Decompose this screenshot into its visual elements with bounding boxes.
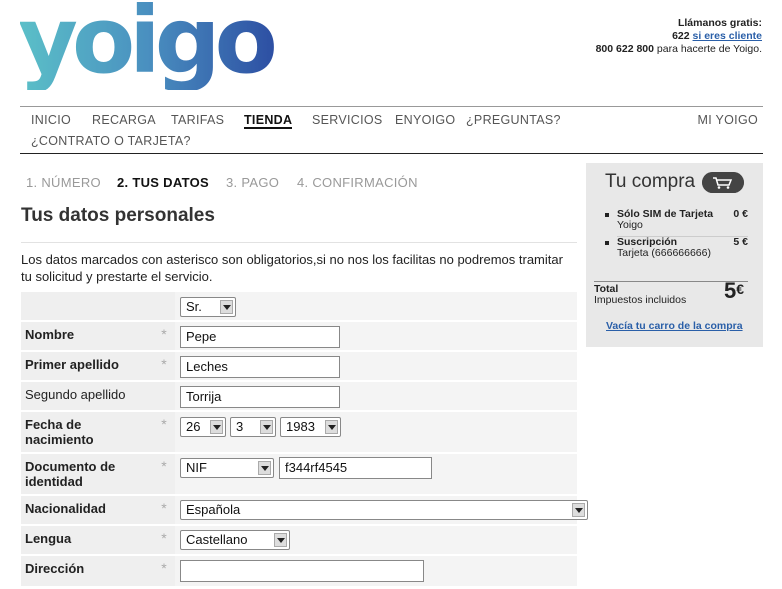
- call-free-label: Llámanos gratis:: [677, 17, 762, 29]
- fecha-label: Fecha de nacimiento: [21, 412, 153, 452]
- lengua-select[interactable]: Castellano: [180, 530, 290, 550]
- required-star: *: [153, 412, 175, 452]
- chevron-down-icon: [220, 300, 233, 314]
- nav-mi-yoigo[interactable]: MI YOIGO: [697, 113, 758, 127]
- nacionalidad-select[interactable]: Española: [180, 500, 588, 520]
- cart-total: Total Impuestos incluidos 5€: [594, 278, 748, 306]
- customer-number: 622: [672, 30, 690, 42]
- lengua-label: Lengua: [21, 526, 153, 554]
- nav-tarifas[interactable]: TARIFAS: [171, 113, 224, 127]
- chevron-down-icon: [572, 503, 585, 517]
- cart-title: Tu compra: [605, 171, 696, 192]
- chevron-down-icon: [325, 420, 338, 434]
- shopping-cart-icon[interactable]: [702, 172, 744, 193]
- nombre-input[interactable]: Pepe: [180, 326, 340, 348]
- birth-month-select[interactable]: 3: [230, 417, 276, 437]
- cart-item-divider: [617, 236, 748, 237]
- cart-item-price: 0 €: [733, 208, 748, 220]
- row-fecha: Fecha de nacimiento * 26 3 1983: [21, 412, 577, 452]
- nav-recarga[interactable]: RECARGA: [92, 113, 156, 127]
- cart-item: Sólo SIM de Tarjeta Yoigo 0 €: [594, 209, 748, 231]
- direccion-input[interactable]: [180, 560, 424, 582]
- primer-apellido-label: Primer apellido: [21, 352, 153, 380]
- empty-cart-link[interactable]: Vacía tu carro de la compra: [606, 320, 743, 332]
- documento-label: Documento de identidad: [21, 454, 153, 494]
- row-documento: Documento de identidad * NIF f344rf4545: [21, 454, 577, 494]
- birth-year-select[interactable]: 1983: [280, 417, 341, 437]
- row-nacionalidad: Nacionalidad * Española: [21, 496, 588, 524]
- chevron-down-icon: [258, 461, 271, 475]
- step-tus-datos: 2. TUS DATOS: [117, 175, 209, 190]
- primer-apellido-input[interactable]: Leches: [180, 356, 340, 378]
- yoigo-logo[interactable]: yoigo: [20, 2, 276, 90]
- main-nav: INICIO RECARGA TARIFAS TIENDA SERVICIOS …: [20, 106, 763, 154]
- page-title: Tus datos personales: [21, 205, 215, 226]
- cart-panel: Tu compra Sólo SIM de Tarjeta Yoigo 0 € …: [586, 163, 763, 347]
- nav-enyoigo[interactable]: ENYOIGO: [395, 113, 455, 127]
- sales-text: para hacerte de Yoigo.: [653, 43, 762, 55]
- required-star: *: [153, 496, 175, 524]
- cart-item-detail: Tarjeta (666666666): [617, 247, 711, 259]
- required-star: *: [153, 352, 175, 380]
- row-primer-apellido: Primer apellido * Leches: [21, 352, 577, 380]
- nav-tienda[interactable]: TIENDA: [244, 113, 293, 129]
- chevron-down-icon: [274, 533, 287, 547]
- required-star: *: [153, 454, 175, 494]
- svg-text:yoigo: yoigo: [20, 2, 275, 90]
- total-value: 5€: [723, 278, 744, 303]
- sales-number: 800 622 800: [595, 43, 654, 55]
- cart-items: Sólo SIM de Tarjeta Yoigo 0 € Suscripció…: [594, 209, 748, 265]
- nav-servicios[interactable]: SERVICIOS: [312, 113, 383, 127]
- intro-text: Los datos marcados con asterisco son obl…: [21, 252, 563, 284]
- required-star: *: [153, 556, 175, 586]
- row-direccion: Dirección *: [21, 556, 577, 586]
- nombre-label: Nombre: [21, 322, 153, 350]
- chevron-down-icon: [260, 420, 273, 434]
- row-nombre: Nombre * Pepe: [21, 322, 577, 350]
- row-lengua: Lengua * Castellano: [21, 526, 577, 554]
- step-numero: 1. NÚMERO: [26, 175, 101, 190]
- salutation-select[interactable]: Sr.: [180, 297, 236, 317]
- contact-info: Llámanos gratis: 622 si eres cliente 800…: [596, 17, 762, 56]
- document-number-input[interactable]: f344rf4545: [279, 457, 432, 479]
- cart-item-detail: Yoigo: [617, 219, 643, 231]
- customer-link[interactable]: si eres cliente: [693, 30, 762, 42]
- segundo-apellido-input[interactable]: Torrija: [180, 386, 340, 408]
- segundo-apellido-label: Segundo apellido: [21, 382, 153, 410]
- birth-day-select[interactable]: 26: [180, 417, 226, 437]
- direccion-label: Dirección: [21, 556, 153, 586]
- step-confirmacion: 4. CONFIRMACIÓN: [297, 175, 418, 190]
- document-type-select[interactable]: NIF: [180, 458, 274, 478]
- chevron-down-icon: [210, 420, 223, 434]
- step-pago: 3. PAGO: [226, 175, 280, 190]
- required-star: *: [153, 526, 175, 554]
- cart-item: Suscripción Tarjeta (666666666) 5 €: [594, 237, 748, 259]
- nacionalidad-label: Nacionalidad: [21, 496, 153, 524]
- required-star: *: [153, 322, 175, 350]
- nav-contrato-tarjeta[interactable]: ¿CONTRATO O TARJETA?: [31, 134, 191, 148]
- nav-inicio[interactable]: INICIO: [31, 113, 71, 127]
- nav-preguntas[interactable]: ¿PREGUNTAS?: [466, 113, 561, 127]
- divider: [21, 242, 577, 243]
- row-segundo-apellido: Segundo apellido Torrija: [21, 382, 577, 410]
- cart-item-price: 5 €: [733, 236, 748, 248]
- row-salutation: Sr.: [21, 292, 577, 320]
